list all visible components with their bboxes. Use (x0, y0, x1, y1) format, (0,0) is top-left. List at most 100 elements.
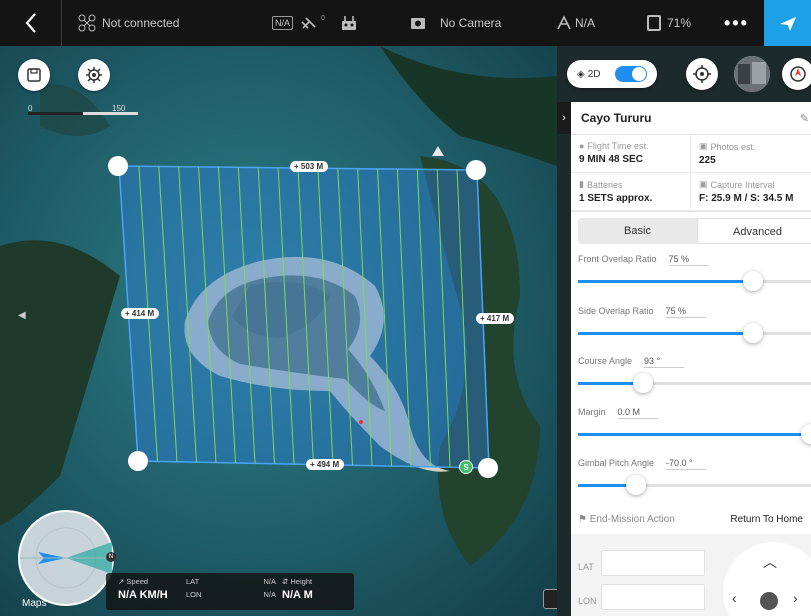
gps-status[interactable]: N/A 0 (272, 0, 325, 46)
drone-icon (78, 14, 96, 32)
corner-handle-bottom-left[interactable] (128, 451, 148, 471)
mission-settings-panel: Cayo Tururu ✎ ● Flight Time est. 9 MIN 48… (571, 102, 811, 616)
dimension-right-text: 417 M (486, 314, 510, 323)
back-button[interactable] (0, 0, 62, 46)
chevron-up-icon[interactable]: ︿ (763, 552, 777, 572)
home-point-marker (359, 420, 363, 424)
battery-status[interactable]: 71% (647, 0, 691, 46)
signal-status[interactable]: N/A (556, 0, 595, 46)
map-layers-button[interactable] (543, 589, 557, 609)
slider-track[interactable] (578, 323, 811, 343)
slider-gimbal-pitch[interactable]: Gimbal Pitch Angle -70.0 ° (571, 458, 811, 508)
dimension-right[interactable]: + 417 M (476, 313, 515, 324)
more-menu-button[interactable]: ••• (724, 0, 749, 46)
direction-pad[interactable]: ︿ ‹ › (723, 542, 811, 616)
dimension-left-text: 414 M (131, 309, 155, 318)
speed-value: N/A KM/H (118, 589, 168, 601)
dimension-left[interactable]: + 414 M (121, 308, 160, 319)
takeoff-direction-button[interactable] (782, 58, 811, 90)
tab-advanced[interactable]: Advanced (697, 218, 811, 244)
stat-batteries: ▮ Batteries 1 SETS approx. (571, 173, 691, 211)
chevron-left-icon[interactable]: ‹ (732, 590, 737, 606)
top-bar: Not connected N/A 0 No Camera N/A 71% ••… (0, 0, 811, 46)
height-value: N/A M (282, 589, 313, 601)
takeoff-button[interactable] (764, 0, 811, 46)
gear-icon (86, 67, 102, 83)
lat-value: N/A (263, 577, 276, 586)
corner-handle-bottom-right[interactable] (478, 458, 498, 478)
gps-mode-badge: N/A (272, 16, 294, 30)
corner-handle-top-left[interactable] (108, 156, 128, 176)
height-cell: ⇵ Height N/A M (282, 577, 313, 601)
slider-fill (578, 433, 811, 436)
remote-status[interactable] (340, 0, 358, 46)
map-mode-switch[interactable] (615, 66, 647, 82)
dimension-bottom[interactable]: + 494 M (306, 459, 345, 470)
satellite-icon (301, 17, 316, 29)
chevron-right-icon[interactable]: › (793, 590, 798, 606)
height-label: Height (290, 577, 313, 586)
settings-tabs: Basic Advanced (578, 218, 811, 244)
camera-status[interactable]: No Camera (410, 0, 501, 46)
slider-value-input[interactable]: 0.0 M (617, 407, 658, 419)
map-mode-toggle[interactable]: ◈ 2D (567, 60, 657, 88)
save-icon (27, 68, 41, 82)
battery-text: 71% (667, 16, 692, 30)
more-icon: ••• (724, 12, 749, 33)
maps-logo-text: Maps (22, 598, 47, 609)
edit-icon[interactable]: ✎ (800, 112, 809, 125)
save-mission-button[interactable] (18, 59, 50, 91)
slider-track[interactable] (578, 271, 811, 291)
direction-center-knob[interactable] (760, 592, 778, 610)
camera-view-thumbnail[interactable] (734, 56, 770, 92)
panel-collapse-button[interactable]: › (557, 102, 571, 134)
photo-icon: ▣ (699, 141, 708, 151)
camera-icon: ▣ (699, 179, 708, 189)
slider-knob[interactable] (626, 475, 647, 495)
thumbnail-image (734, 56, 770, 92)
speed-icon: ↗ (118, 577, 125, 586)
connection-text: Not connected (102, 16, 180, 30)
locate-button[interactable] (686, 58, 718, 90)
signal-text: N/A (575, 16, 596, 30)
corner-handle-top-right[interactable] (466, 160, 486, 180)
lon-input-label: LON (578, 596, 597, 606)
slider-label: Gimbal Pitch Angle (578, 458, 655, 468)
slider-margin[interactable]: Margin 0.0 M (571, 407, 811, 457)
slider-side-overlap[interactable]: Side Overlap Ratio 75 % (571, 306, 811, 356)
slider-course-angle[interactable]: Course Angle 93 ° (571, 356, 811, 406)
slider-track[interactable] (578, 373, 811, 393)
stat-value: F: 25.9 M / S: 34.5 M (699, 193, 794, 204)
slider-value-input[interactable]: 75 % (665, 306, 706, 318)
connection-status[interactable]: Not connected (78, 0, 179, 46)
end-action-value[interactable]: Return To Home (730, 514, 803, 525)
slider-value-input[interactable]: -70.0 ° (666, 458, 707, 470)
slider-value-input[interactable]: 93 ° (644, 356, 685, 368)
map-view[interactable]: 0 150 + 503 M + 494 M + 414 M + 417 M S … (0, 46, 557, 616)
lon-input[interactable] (601, 584, 705, 610)
slider-track[interactable] (578, 424, 811, 444)
dimension-top[interactable]: + 503 M (290, 161, 329, 172)
image-transmission-icon (557, 15, 571, 30)
telemetry-panel: ↗ Speed N/A KM/H LAT N/A LON N/A ⇵ Height … (106, 573, 354, 610)
crosshair-icon (693, 65, 711, 83)
slider-value-input[interactable]: 75 % (668, 254, 709, 266)
end-mission-action-row[interactable]: ⚑ End-Mission Action Return To Home (571, 506, 811, 532)
battery-icon (647, 15, 661, 31)
tab-basic[interactable]: Basic (578, 218, 697, 244)
slider-fill (578, 332, 753, 335)
slider-label: Side Overlap Ratio (578, 306, 654, 316)
settings-button[interactable] (78, 59, 110, 91)
slider-track[interactable] (578, 475, 811, 495)
remote-controller-icon (342, 16, 356, 30)
slider-front-overlap[interactable]: Front Overlap Ratio 75 % (571, 254, 811, 304)
slider-knob[interactable] (633, 373, 654, 393)
chevron-left-icon (25, 13, 36, 33)
compass-north-label: N (106, 552, 116, 562)
slider-knob[interactable] (742, 271, 763, 291)
start-point-marker[interactable]: S (459, 460, 473, 474)
slider-knob[interactable] (742, 323, 763, 343)
lat-input[interactable] (601, 550, 705, 576)
stat-capture-interval: ▣ Capture Interval F: 25.9 M / S: 34.5 M (691, 173, 811, 211)
slider-knob[interactable] (801, 424, 811, 444)
